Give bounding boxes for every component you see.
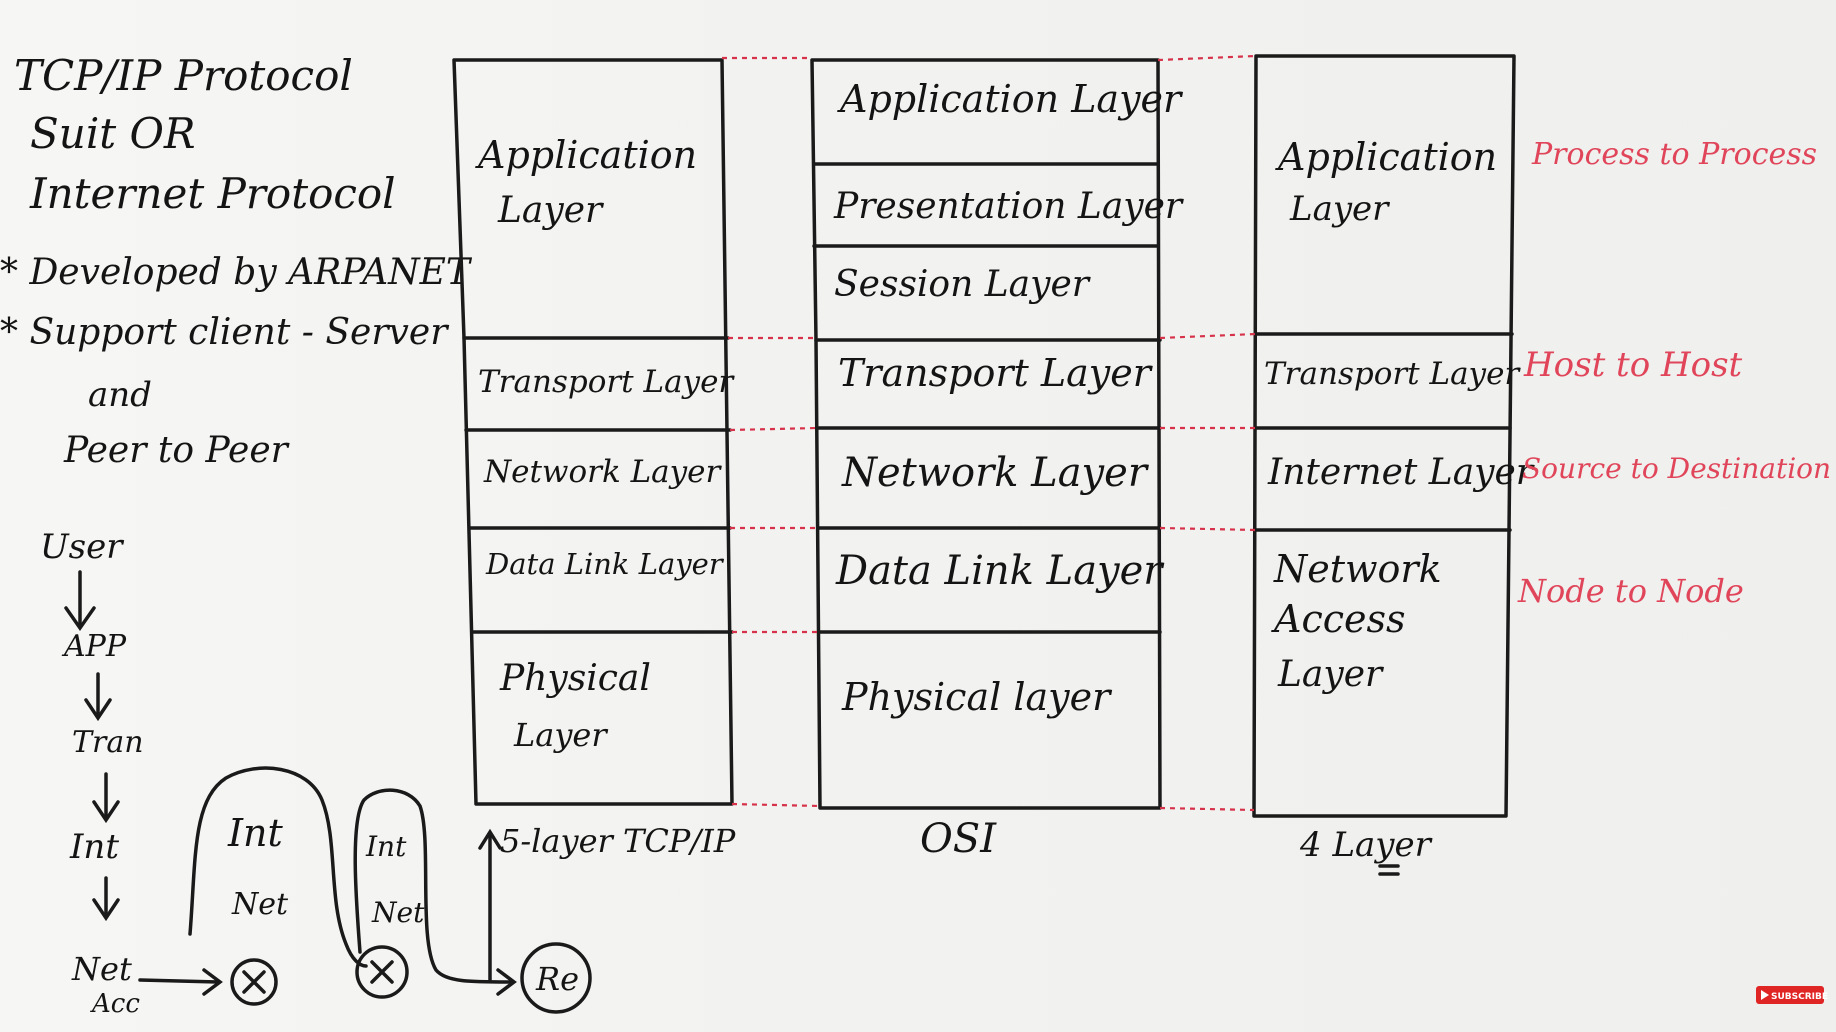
tcpip4-layer-application-line1: Application (1275, 135, 1497, 179)
receiver-label: Re (535, 960, 579, 998)
title-line-1: TCP/IP Protocol (14, 51, 353, 100)
subscribe-label: SUBSCRIBE (1771, 992, 1828, 1002)
annotation-host-to-host: Host to Host (1523, 345, 1743, 385)
hop-loop-2 (353, 788, 512, 984)
double-underline-mark (1378, 864, 1400, 876)
osi-layer-presentation: Presentation Layer (833, 186, 1184, 227)
tcpip5-stack-label: 5-layer TCP/IP (500, 822, 736, 860)
flow-step-user: User (40, 527, 124, 567)
tcpip4-layer-network-access-line3: Layer (1277, 654, 1384, 695)
flow-step-net: Net (71, 950, 132, 988)
hop-loop-1 (188, 766, 368, 968)
title-line-3: Internet Protocol (29, 169, 396, 218)
osi-layer-application: Application Layer (837, 77, 1184, 121)
bullet-arpanet: * Developed by ARPANET (0, 252, 473, 293)
annotation-source-to-destination: Source to Destination (1522, 452, 1831, 485)
whiteboard: TCP/IP Protocol Suit OR Internet Protoco… (0, 0, 1836, 1032)
flow-step-acc: Acc (90, 989, 140, 1019)
loop-1-label-int: Int (227, 811, 283, 855)
annotation-process-to-process: Process to Process (1531, 137, 1817, 172)
osi-layer-network: Network Layer (841, 450, 1150, 496)
annotation-node-to-node: Node to Node (1517, 572, 1744, 610)
diagram-canvas: TCP/IP Protocol Suit OR Internet Protoco… (0, 51, 1831, 1019)
up-arrow-to-stack-icon (478, 828, 502, 982)
router-hop-2-icon (355, 945, 409, 999)
loop-1-label-net: Net (231, 887, 289, 922)
tcpip5-layer-physical-line2: Layer (513, 716, 608, 754)
osi-layer-session: Session Layer (834, 264, 1091, 305)
osi-stack-label: OSI (920, 816, 997, 862)
title-line-2: Suit OR (30, 109, 196, 158)
tcpip5-layer-transport: Transport Layer (478, 364, 735, 400)
flow-arrow-down-icon (92, 876, 120, 922)
tcpip5-layer-application-line2: Layer (497, 190, 604, 231)
tcpip5-layer-application-line1: Application (475, 133, 697, 177)
bullet-client-server: * Support client - Server (0, 312, 449, 353)
tcpip4-layer-application-line2: Layer (1289, 189, 1390, 229)
flow-step-int: Int (69, 827, 119, 867)
tcpip4-layer-internet: Internet Layer (1267, 452, 1535, 493)
flow-arrow-right-icon (138, 968, 223, 996)
bullet-and: and (88, 375, 152, 415)
loop-2-label-int: Int (365, 830, 407, 863)
flow-arrow-down-icon (64, 570, 96, 632)
osi-layer-transport: Transport Layer (838, 351, 1154, 395)
tcpip4-layer-network-access-line1: Network (1273, 547, 1442, 591)
tcpip4-layer-network-access-line2: Access (1271, 597, 1406, 641)
tcpip4-stack-label: 4 Layer (1299, 825, 1433, 865)
flow-step-tran: Tran (72, 725, 144, 760)
tcpip5-layer-physical-line1: Physical (499, 658, 651, 699)
flow-step-app: APP (61, 629, 127, 664)
flow-arrow-down-icon (84, 672, 112, 722)
subscribe-button[interactable]: SUBSCRIBE (1756, 986, 1828, 1004)
tcpip5-layer-network: Network Layer (483, 454, 723, 490)
router-hop-1-icon (230, 958, 278, 1006)
flow-arrow-down-icon (92, 772, 120, 824)
loop-2-label-net: Net (371, 896, 425, 929)
osi-layer-physical: Physical layer (841, 675, 1113, 719)
tcpip5-layer-datalink: Data Link Layer (485, 547, 725, 581)
osi-layer-datalink: Data Link Layer (835, 548, 1165, 594)
bullet-peer-to-peer: Peer to Peer (63, 430, 290, 471)
tcpip4-layer-transport: Transport Layer (1264, 356, 1521, 392)
